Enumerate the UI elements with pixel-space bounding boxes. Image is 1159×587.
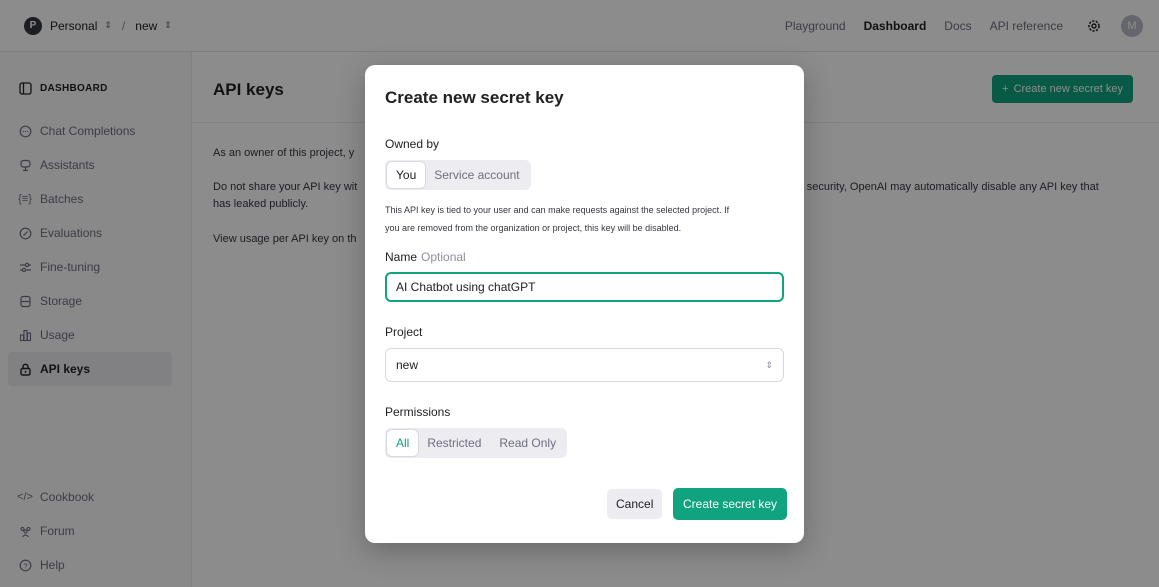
- dialog-title: Create new secret key: [385, 88, 564, 107]
- project-select[interactable]: new ⇕: [385, 348, 784, 382]
- project-selected-value: new: [396, 358, 419, 372]
- key-name-input[interactable]: [385, 272, 784, 302]
- optional-hint: Optional: [421, 250, 466, 264]
- chevron-updown-icon: ⇕: [765, 359, 773, 370]
- owned-by-you-option[interactable]: You: [387, 162, 426, 188]
- permissions-read-only-option[interactable]: Read Only: [490, 430, 565, 456]
- name-label-text: Name: [385, 250, 418, 264]
- help-line: This API key is tied to your user and ca…: [385, 205, 730, 215]
- project-label: Project: [385, 325, 423, 339]
- permissions-all-option[interactable]: All: [387, 430, 419, 456]
- create-secret-key-button[interactable]: Create secret key: [673, 488, 788, 520]
- cancel-button[interactable]: Cancel: [607, 489, 663, 519]
- owned-by-label: Owned by: [385, 137, 440, 151]
- name-label: Name Optional: [385, 250, 466, 264]
- permissions-label: Permissions: [385, 405, 451, 419]
- help-line: you are removed from the organization or…: [385, 223, 682, 233]
- ownership-help-text: This API key is tied to your user and ca…: [385, 201, 785, 237]
- permissions-toggle: All Restricted Read Only: [385, 428, 568, 458]
- owned-by-toggle: You Service account: [385, 160, 531, 190]
- owned-by-service-account-option[interactable]: Service account: [425, 162, 528, 188]
- create-secret-key-dialog: Create new secret key Owned by You Servi…: [365, 65, 804, 543]
- permissions-restricted-option[interactable]: Restricted: [418, 430, 490, 456]
